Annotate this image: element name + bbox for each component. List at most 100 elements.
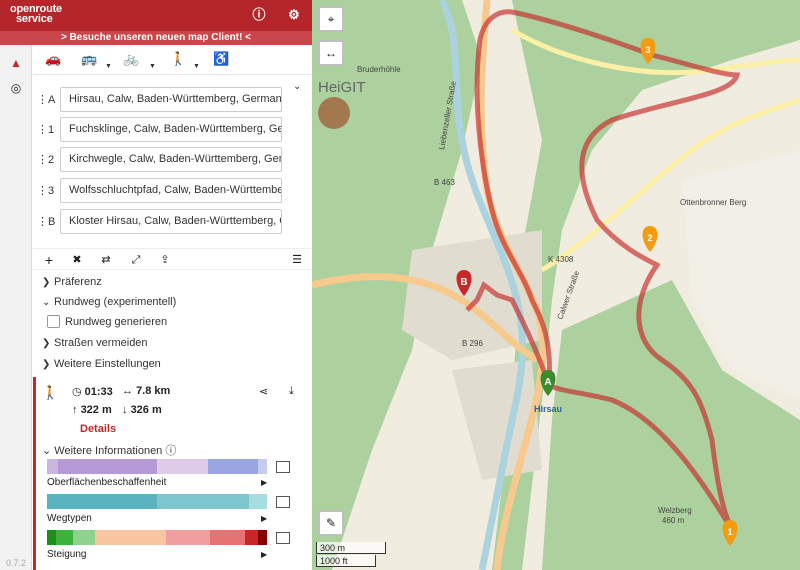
bar-segment[interactable] xyxy=(207,459,259,474)
promo-banner[interactable]: > Besuche unseren neuen map Client! < xyxy=(0,31,312,45)
bar-segment[interactable] xyxy=(95,530,166,545)
chevron-right-icon: ❯ xyxy=(42,359,51,370)
route-descent: 326 m xyxy=(130,404,162,416)
map-icon[interactable] xyxy=(276,532,290,544)
map-label: HeiGIT xyxy=(318,79,366,96)
waypoint-input[interactable]: Fuchsklinge, Calw, Baden-Württemberg, Ge… xyxy=(60,117,282,142)
bike-icon[interactable]: 🚲 xyxy=(123,51,139,67)
marker-label: A xyxy=(544,377,551,388)
sliders-icon[interactable]: ☰ xyxy=(290,253,304,267)
bar-segment[interactable] xyxy=(73,530,96,545)
chevron-right-icon: ❯ xyxy=(42,277,51,288)
bar-segment[interactable] xyxy=(157,494,250,509)
fit-bounds-icon[interactable]: ⤢ xyxy=(129,253,143,267)
isochrones-icon[interactable]: ◎ xyxy=(8,80,24,96)
waypoint-row: ⋮1 Fuchsklinge, Calw, Baden-Württemberg,… xyxy=(33,117,312,143)
map-canvas: A B 1 2 3 HeiGIT Bruderhöhle Liebenzelle… xyxy=(312,0,800,570)
roundtrip-checkbox[interactable] xyxy=(47,315,60,328)
preference-toggle[interactable]: ❯ Präferenz xyxy=(42,274,102,290)
waypoint-index: B xyxy=(48,216,56,228)
bar-segment[interactable] xyxy=(58,459,157,474)
waypoint-row: ⋮3 Wolfsschluchtpfad, Calw, Baden-Württe… xyxy=(33,178,312,204)
map-label: K 4308 xyxy=(548,255,574,264)
more-info-toggle[interactable]: ⌄ Weitere Informationen ⓘ xyxy=(42,442,176,458)
draw-button[interactable]: ✎ xyxy=(318,510,344,536)
play-icon[interactable]: ▶ xyxy=(261,514,267,523)
drag-handle-icon[interactable]: ⋮ xyxy=(37,124,48,136)
play-icon[interactable]: ▶ xyxy=(261,550,267,559)
drag-handle-icon[interactable]: ⋮ xyxy=(37,154,48,166)
bar-segment[interactable] xyxy=(249,494,267,509)
route-summary[interactable]: 🚶 ◷ 01:33 ↔ 7.8 km ↑ 322 m ↓ 326 m ⋖ ⤓ D… xyxy=(33,377,312,570)
bar-segment[interactable] xyxy=(209,530,245,545)
drag-handle-icon[interactable]: ⋮ xyxy=(37,216,48,228)
waypoint-toolbar: + ✖ ⇄ ⤢ ⇪ ☰ xyxy=(33,248,312,270)
chevron-down-icon[interactable]: ▼ xyxy=(193,63,200,70)
info-icon[interactable]: ⓘ xyxy=(250,6,268,24)
reverse-icon[interactable]: ⇄ xyxy=(99,253,113,267)
bar-segment[interactable] xyxy=(165,530,210,545)
chevron-down-icon[interactable]: ▼ xyxy=(149,63,156,70)
marker-label: 1 xyxy=(727,527,732,537)
walk-icon[interactable]: 🚶 xyxy=(170,51,186,67)
app-header: openroute service ⓘ ⚙ xyxy=(0,0,312,31)
map-label: B 463 xyxy=(434,178,455,187)
route-duration: 01:33 xyxy=(84,386,113,398)
steepness-bar[interactable] xyxy=(47,530,267,545)
bar-segment[interactable] xyxy=(258,530,267,545)
more-settings-toggle[interactable]: ❯ Weitere Einstellungen xyxy=(42,356,161,372)
descent-icon: ↓ xyxy=(122,404,131,416)
car-icon[interactable]: 🚗 xyxy=(45,51,61,67)
logo[interactable]: openroute service xyxy=(10,4,62,25)
map-icon[interactable] xyxy=(276,461,290,473)
roundtrip-generate-label: Rundweg generieren xyxy=(65,316,168,328)
waytypes-label: Wegtypen xyxy=(47,513,92,524)
bar-segment[interactable] xyxy=(47,459,58,474)
roundtrip-toggle[interactable]: ⌄ Rundweg (experimentell) xyxy=(42,294,176,310)
bar-segment[interactable] xyxy=(47,494,157,509)
waypoint-input[interactable]: Wolfsschluchtpfad, Calw, Baden-Württembe… xyxy=(60,178,282,203)
locate-button[interactable]: ⌖ xyxy=(318,6,344,32)
fit-route-button[interactable]: ↔ xyxy=(318,40,344,66)
map-view[interactable]: A B 1 2 3 HeiGIT Bruderhöhle Liebenzelle… xyxy=(312,0,800,570)
surface-bar[interactable] xyxy=(47,459,267,474)
details-link[interactable]: Details xyxy=(80,423,116,435)
map-icon[interactable] xyxy=(276,496,290,508)
drag-handle-icon[interactable]: ⋮ xyxy=(37,94,48,106)
ascent-icon: ↑ xyxy=(72,404,81,416)
scale-imperial: 1000 ft xyxy=(316,555,376,567)
gear-icon[interactable]: ⚙ xyxy=(285,6,303,24)
steepness-label: Steigung xyxy=(47,549,87,560)
info-icon: ⓘ xyxy=(165,445,177,457)
bar-segment[interactable] xyxy=(55,530,74,545)
waypoint-input[interactable]: Kirchwegle, Calw, Baden-Württemberg, Ger… xyxy=(60,147,282,172)
download-icon[interactable]: ⤓ xyxy=(289,385,294,398)
share-icon[interactable]: ⋖ xyxy=(259,385,268,398)
clock-icon: ◷ xyxy=(72,386,85,398)
waypoint-input[interactable]: Kloster Hirsau, Calw, Baden-Württemberg,… xyxy=(60,209,282,234)
distance-icon: ↔ xyxy=(122,385,137,397)
wheelchair-icon[interactable]: ♿ xyxy=(213,51,229,67)
bar-segment[interactable] xyxy=(47,530,56,545)
marker-label: 3 xyxy=(645,45,650,55)
truck-icon[interactable]: 🚌 xyxy=(81,51,97,67)
avoid-streets-toggle[interactable]: ❯ Straßen vermeiden xyxy=(42,335,148,351)
waypoint-index: 2 xyxy=(48,154,55,166)
drag-handle-icon[interactable]: ⋮ xyxy=(37,185,48,197)
waypoint-index: A xyxy=(48,94,56,106)
waypoint-index: 1 xyxy=(48,124,55,136)
add-waypoint-icon[interactable]: + xyxy=(42,253,56,267)
clear-icon[interactable]: ✖ xyxy=(70,253,84,267)
chevron-down-icon: ⌄ xyxy=(42,297,51,308)
marker-label: 2 xyxy=(647,233,652,243)
waypoint-input[interactable]: Hirsau, Calw, Baden-Württemberg, Germany xyxy=(60,87,282,112)
chevron-down-icon[interactable]: ▼ xyxy=(105,63,112,70)
bar-segment[interactable] xyxy=(245,530,259,545)
version-label: 0.7.2 xyxy=(6,558,27,568)
upload-icon[interactable]: ⇪ xyxy=(158,253,172,267)
waytypes-bar[interactable] xyxy=(47,494,267,509)
play-icon[interactable]: ▶ xyxy=(261,478,267,487)
directions-icon[interactable]: ▲ xyxy=(8,55,24,71)
bar-segment[interactable] xyxy=(157,459,208,474)
bar-segment[interactable] xyxy=(258,459,267,474)
